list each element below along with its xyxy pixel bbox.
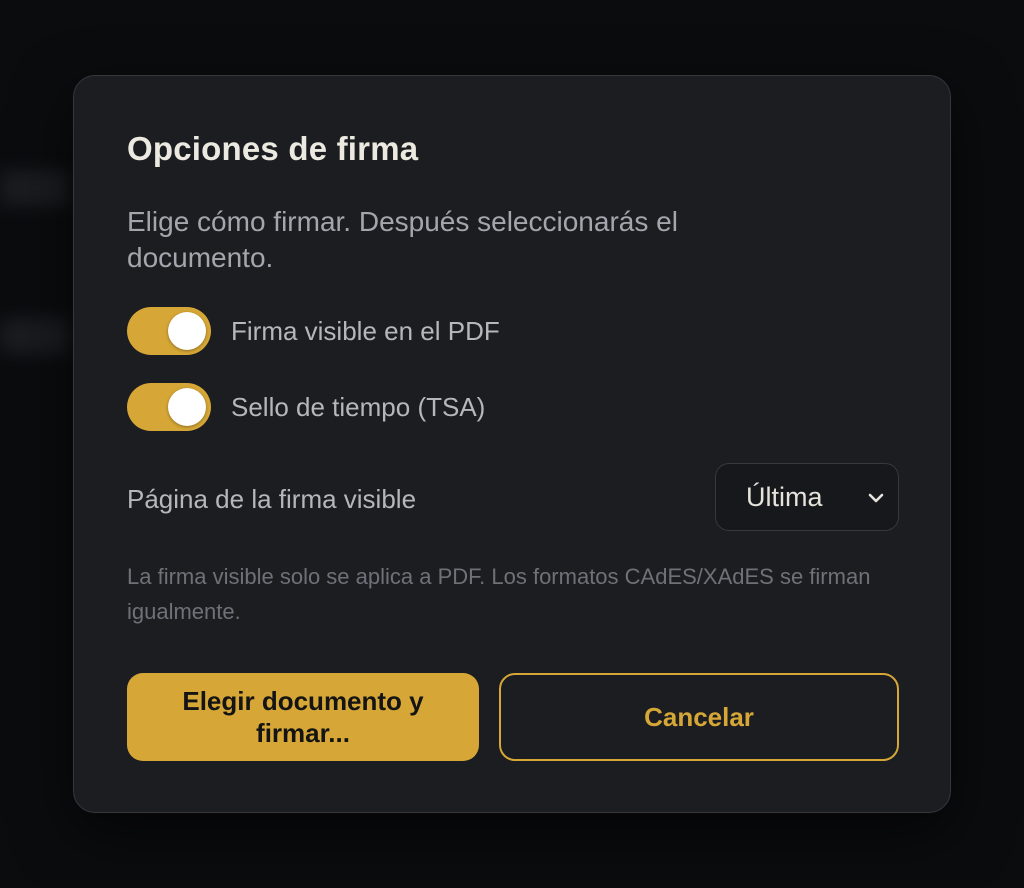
choose-document-sign-button[interactable]: Elegir documento y firmar... [127, 673, 479, 761]
visible-signature-toggle[interactable] [127, 307, 211, 355]
toggle-knob [168, 312, 206, 350]
toggle-row-visible-signature[interactable]: Firma visible en el PDF [127, 307, 500, 355]
dialog-subtitle: Elige cómo firmar. Después seleccionarás… [127, 206, 678, 273]
cancel-button[interactable]: Cancelar [499, 673, 899, 761]
dialog-title: Opciones de firma [127, 130, 419, 167]
toggle-knob [168, 388, 206, 426]
toggle-row-timestamp[interactable]: Sello de tiempo (TSA) [127, 383, 485, 431]
signature-page-label: Página de la firma visible [127, 484, 417, 514]
signature-options-dialog: Opciones de firma Elige cómo firmar. Des… [73, 75, 951, 813]
format-note: La firma visible solo se aplica a PDF. L… [127, 564, 871, 624]
timestamp-label: Sello de tiempo (TSA) [231, 391, 486, 422]
signature-page-value: Última [746, 481, 823, 512]
chevron-down-icon [868, 493, 884, 503]
visible-signature-label: Firma visible en el PDF [231, 315, 500, 346]
background-blurred-element [0, 170, 70, 206]
background-blurred-element [0, 318, 70, 354]
timestamp-toggle[interactable] [127, 383, 211, 431]
signature-page-select[interactable]: Última [715, 463, 899, 531]
